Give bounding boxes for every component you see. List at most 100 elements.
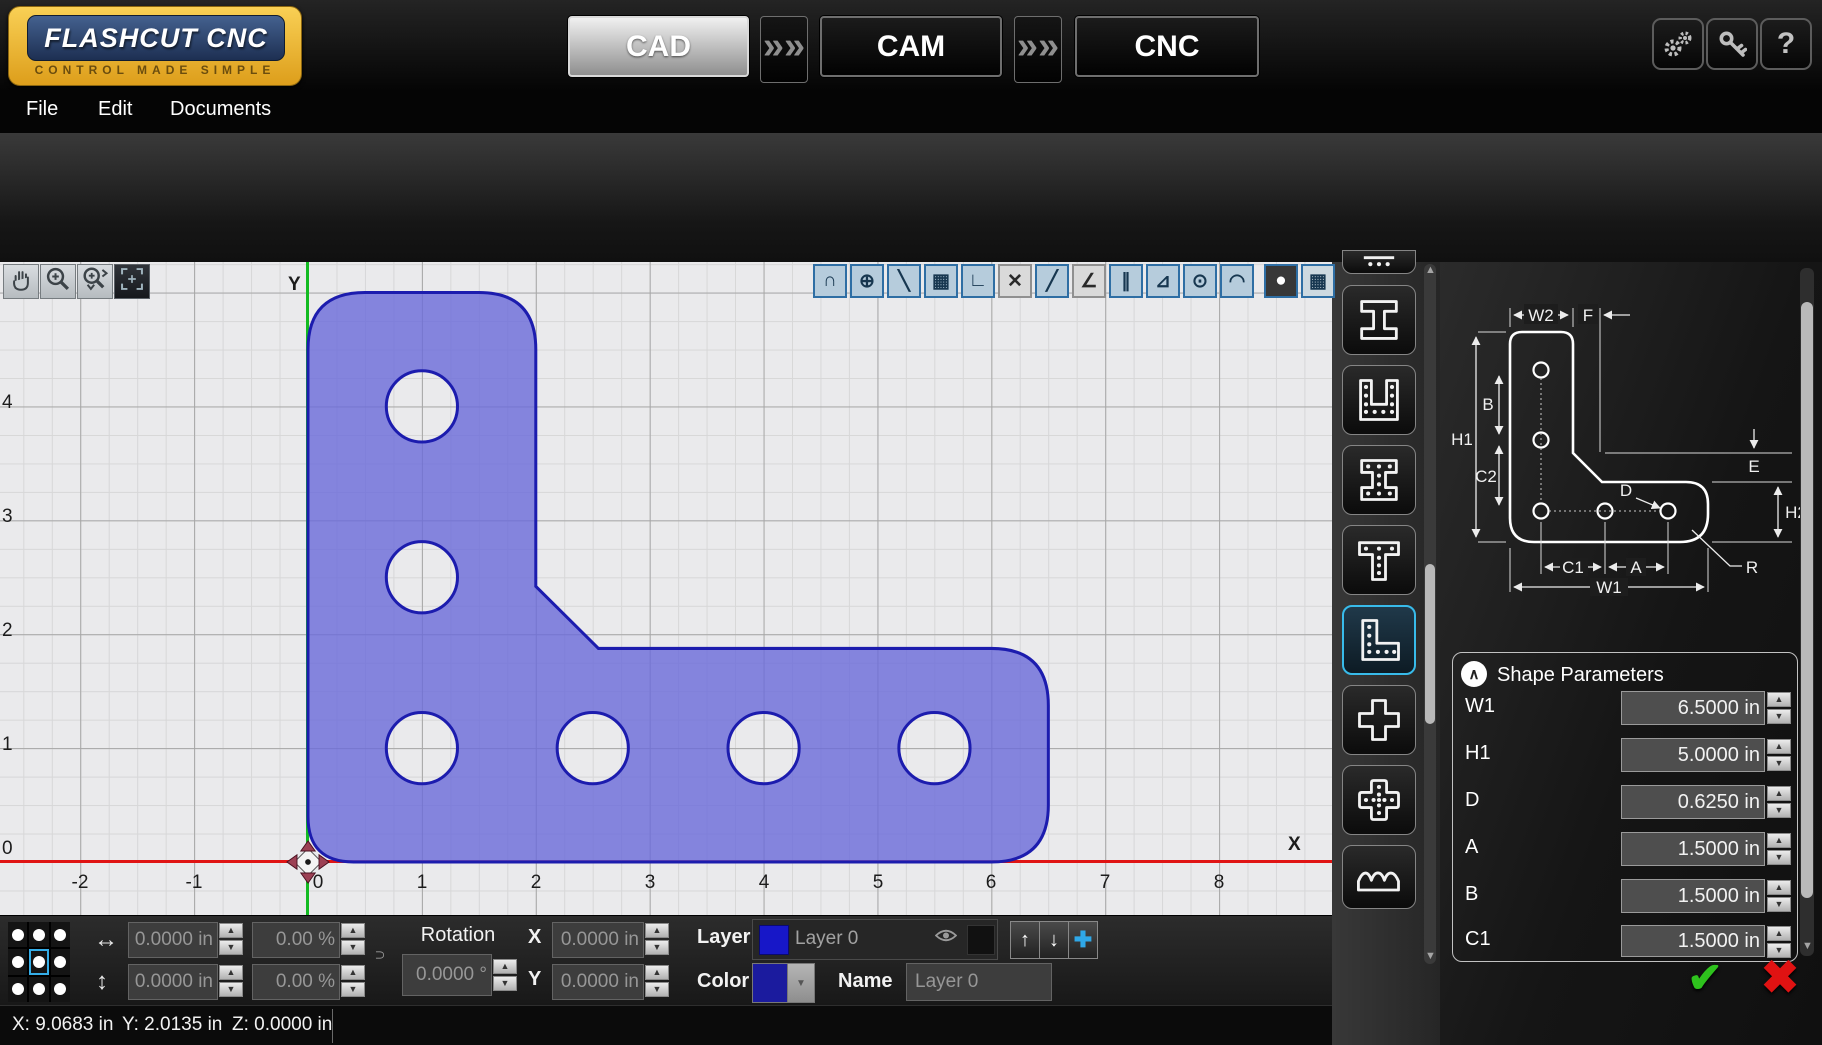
shape-t-bracket[interactable] (1342, 525, 1416, 595)
shape-i-beam-holes[interactable] (1342, 445, 1416, 515)
snap-angle-button[interactable]: ∠ (1072, 264, 1106, 298)
anchor-middle-right[interactable] (51, 949, 70, 974)
rotation-label: Rotation (408, 924, 508, 947)
layer-cut-swatch[interactable] (967, 925, 995, 955)
origin-move-handle[interactable] (285, 839, 331, 885)
scroll-up-icon[interactable]: ▲ (1425, 264, 1436, 276)
anchor-bottom-center[interactable] (29, 977, 48, 1002)
snap-grid-button[interactable]: ▦ (924, 264, 958, 298)
collapse-parameters-button[interactable]: ∧ (1461, 661, 1487, 687)
snap-center-button[interactable]: ⊕ (850, 264, 884, 298)
width-percent-spinner[interactable]: ▲▼ (341, 922, 365, 956)
help-button[interactable]: ? (1760, 18, 1812, 70)
param-input-w1[interactable]: 6.5000 in (1621, 691, 1765, 725)
param-h1-spinner[interactable]: ▲▼ (1767, 738, 1791, 772)
anchor-top-left[interactable] (8, 922, 27, 947)
snap-perpendicular-button[interactable]: ⊿ (1146, 264, 1180, 298)
cnc-mode-button[interactable]: CNC (1075, 16, 1259, 77)
param-input-b[interactable]: 1.5000 in (1621, 879, 1765, 913)
pan-button[interactable] (3, 264, 39, 299)
rotation-spinner[interactable]: ▲▼ (493, 958, 517, 992)
color-selector[interactable]: ▼ (752, 963, 815, 1003)
cad-to-cam-chevron[interactable]: »» (760, 16, 808, 83)
spin-down-icon: ▼ (219, 940, 243, 955)
param-a-spinner[interactable]: ▲▼ (1767, 832, 1791, 866)
x-position-spinner[interactable]: ▲▼ (645, 922, 669, 956)
grid-display-toggle[interactable]: ▦ (1301, 264, 1335, 298)
panel-scrollbar-thumb[interactable] (1801, 302, 1813, 898)
height-percent-input[interactable]: 0.00 % (252, 964, 340, 1000)
param-d-spinner[interactable]: ▲▼ (1767, 785, 1791, 819)
menu-file[interactable]: File (26, 98, 58, 121)
shape-cross-holes[interactable] (1342, 765, 1416, 835)
snap-tangent-arc-button[interactable]: ◠ (1220, 264, 1254, 298)
snap-corner-button[interactable]: ∟ (961, 264, 995, 298)
anchor-point-grid (8, 922, 70, 1002)
cancel-button[interactable]: ✖ (1756, 954, 1804, 1000)
height-input[interactable]: 0.0000 in (128, 964, 218, 1000)
shape-channel-partial[interactable] (1342, 250, 1416, 274)
scroll-down-icon[interactable]: ▼ (1802, 940, 1813, 952)
confirm-button[interactable]: ✔ (1682, 956, 1728, 998)
scroll-down-icon[interactable]: ▼ (1425, 950, 1436, 962)
width-percent-input[interactable]: 0.00 % (252, 922, 340, 958)
chevron-up-icon: ∧ (1469, 665, 1480, 683)
height-spinner[interactable]: ▲▼ (219, 964, 243, 998)
param-input-h1[interactable]: 5.0000 in (1621, 738, 1765, 772)
menu-edit[interactable]: Edit (98, 98, 132, 121)
midpoint-snap-icon: ╱ (1046, 270, 1057, 293)
zoom-window-button[interactable] (77, 264, 113, 299)
cam-mode-button[interactable]: CAM (820, 16, 1002, 77)
layer-selector[interactable]: Layer 0 (752, 919, 998, 960)
param-input-d[interactable]: 0.6250 in (1621, 785, 1765, 819)
layer-up-button[interactable]: ↑ (1011, 922, 1040, 958)
anchor-bottom-left[interactable] (8, 977, 27, 1002)
drawing-canvas[interactable]: Y X -2 -1 0 1 2 3 4 5 6 7 8 4 3 2 1 0 (0, 262, 1332, 915)
license-key-button[interactable] (1706, 18, 1758, 70)
layer-down-button[interactable]: ↓ (1040, 922, 1069, 958)
zoom-extents-button[interactable] (114, 264, 150, 299)
snap-parallel-button[interactable]: ∥ (1109, 264, 1143, 298)
eye-visibility-icon[interactable] (935, 928, 957, 948)
y-position-spinner[interactable]: ▲▼ (645, 964, 669, 998)
snap-nearest-button[interactable]: ∩ (813, 264, 847, 298)
panel-scrollbar[interactable]: ▼ (1800, 268, 1814, 956)
rotation-input[interactable]: 0.0000 ° (402, 954, 492, 996)
snap-midpoint-button[interactable]: ╱ (1035, 264, 1069, 298)
x-position-input[interactable]: 0.0000 in (552, 922, 644, 958)
anchor-top-right[interactable] (51, 922, 70, 947)
snap-tangent-button[interactable]: ⊙ (1183, 264, 1217, 298)
shape-corrugated[interactable] (1342, 845, 1416, 909)
shape-library-scrollbar[interactable]: ▲ ▼ (1424, 264, 1436, 964)
layer-name-input[interactable]: Layer 0 (906, 963, 1052, 1001)
cad-mode-button[interactable]: CAD (568, 16, 749, 77)
width-input[interactable]: 0.0000 in (128, 922, 218, 958)
shape-i-beam[interactable] (1342, 285, 1416, 355)
menu-documents[interactable]: Documents (170, 98, 271, 121)
settings-button[interactable] (1652, 18, 1704, 70)
point-display-toggle[interactable]: ● (1264, 264, 1298, 298)
anchor-top-center[interactable] (29, 922, 48, 947)
cam-to-cnc-chevron[interactable]: »» (1014, 16, 1062, 83)
snap-endpoint-button[interactable]: ╲ (887, 264, 921, 298)
lock-aspect-icon[interactable]: ∩ (371, 949, 389, 961)
shape-u-channel[interactable] (1342, 365, 1416, 435)
layer-add-button[interactable]: ✚ (1069, 922, 1097, 958)
zoom-in-button[interactable] (40, 264, 76, 299)
anchor-bottom-right[interactable] (51, 977, 70, 1002)
magnet-icon: ∩ (823, 270, 837, 292)
tangent-arc-snap-icon: ◠ (1229, 270, 1246, 293)
height-percent-spinner[interactable]: ▲▼ (341, 964, 365, 998)
shape-l-bracket-selected[interactable] (1342, 605, 1416, 675)
anchor-center-selected[interactable] (29, 949, 48, 974)
width-spinner[interactable]: ▲▼ (219, 922, 243, 956)
anchor-middle-left[interactable] (8, 949, 27, 974)
l-bracket-part[interactable] (0, 262, 1332, 915)
shape-cross[interactable] (1342, 685, 1416, 755)
y-position-input[interactable]: 0.0000 in (552, 964, 644, 1000)
param-w1-spinner[interactable]: ▲▼ (1767, 691, 1791, 725)
param-b-spinner[interactable]: ▲▼ (1767, 879, 1791, 913)
param-input-a[interactable]: 1.5000 in (1621, 832, 1765, 866)
snap-intersection-button[interactable]: ✕ (998, 264, 1032, 298)
scrollbar-thumb[interactable] (1425, 564, 1435, 724)
